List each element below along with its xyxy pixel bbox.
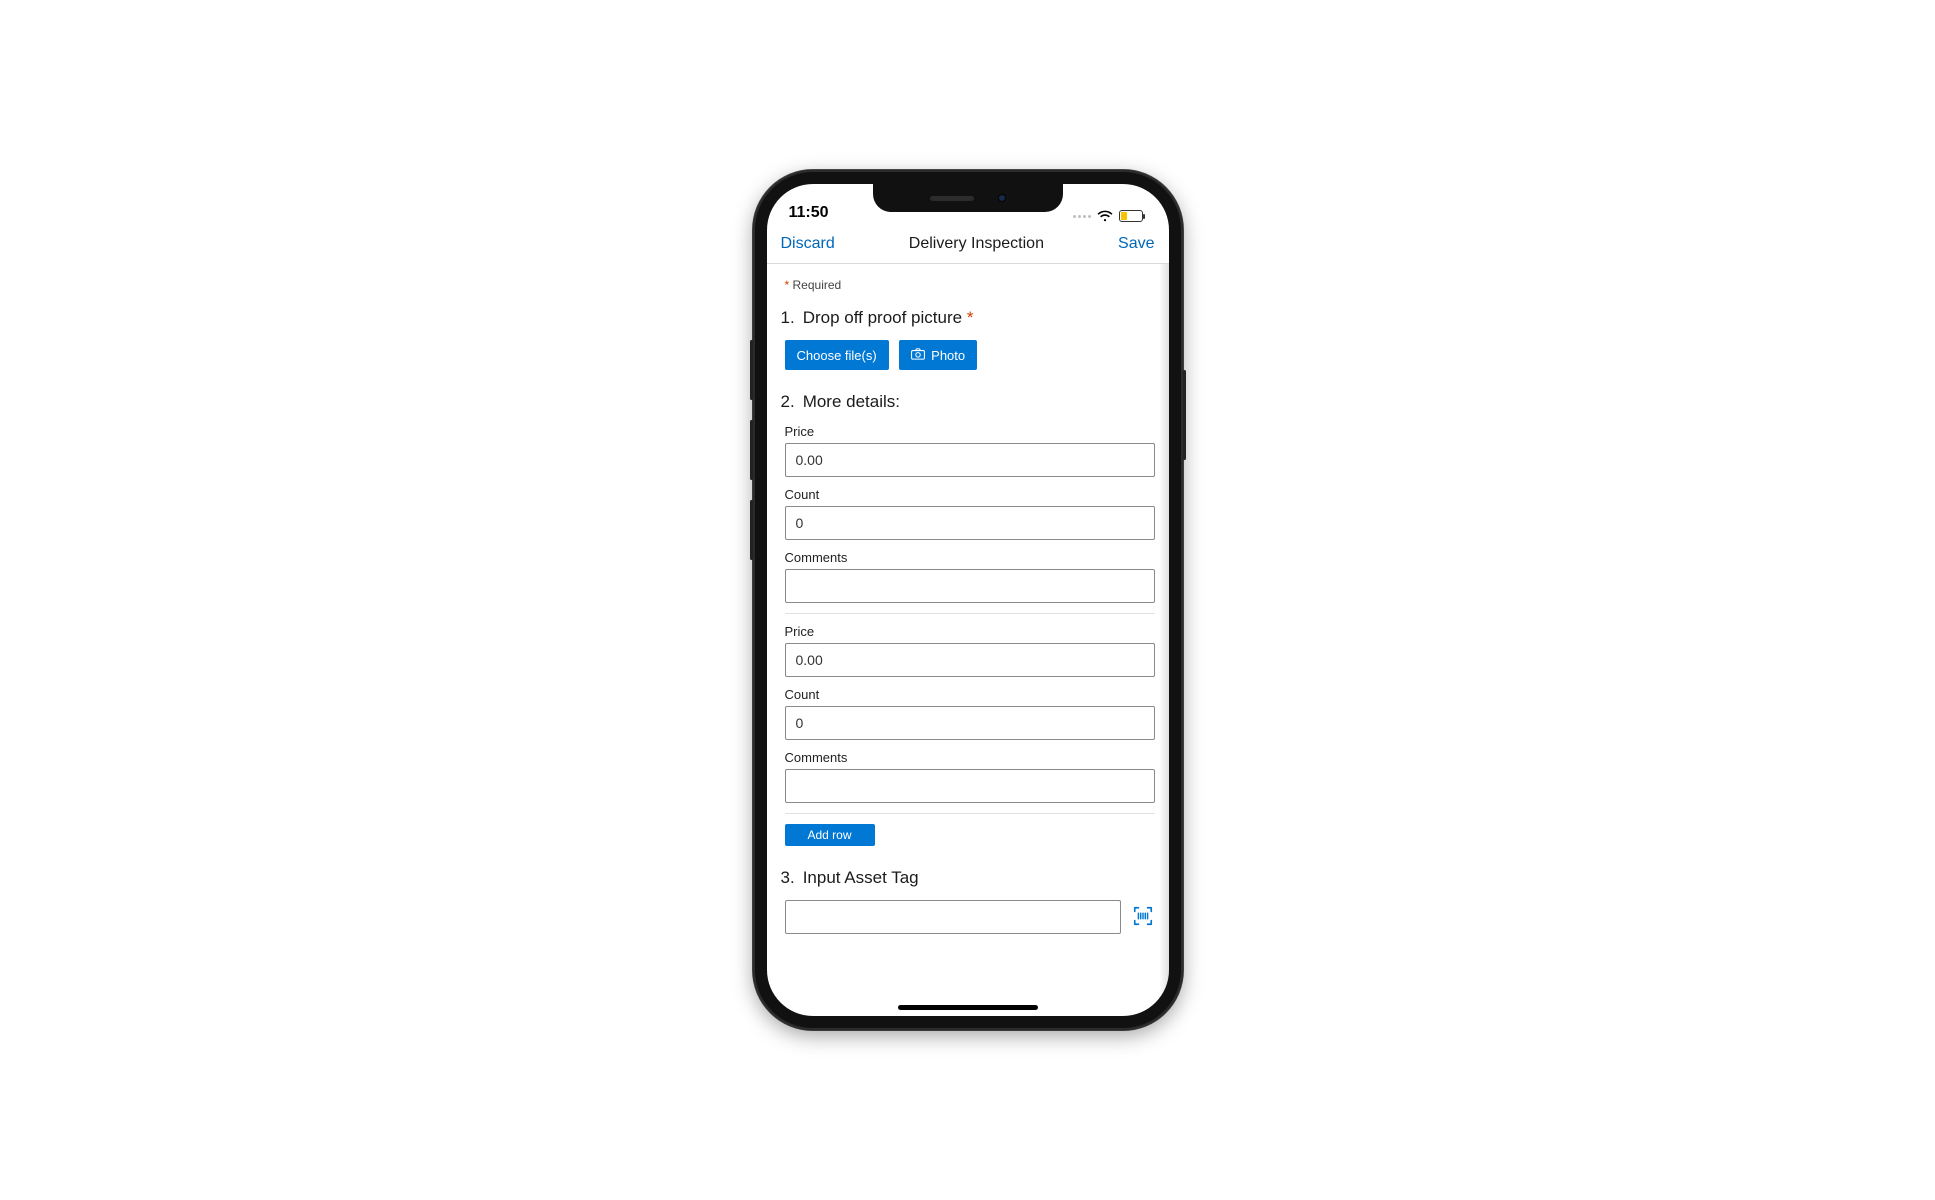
cellular-dots-icon: [1073, 215, 1091, 218]
count-input[interactable]: [785, 706, 1155, 740]
question-2: 2. More details: Price Count: [781, 392, 1155, 846]
question-number: 3.: [781, 868, 795, 888]
discard-button[interactable]: Discard: [781, 235, 835, 253]
barcode-scan-button[interactable]: [1131, 905, 1155, 929]
price-label: Price: [785, 624, 1155, 639]
page-title: Delivery Inspection: [909, 235, 1044, 253]
row-divider: [785, 613, 1155, 614]
phone-screen: 11:50 Discard: [767, 184, 1169, 1016]
save-button[interactable]: Save: [1118, 235, 1154, 253]
barcode-icon: [1132, 905, 1154, 930]
phone-frame: 11:50 Discard: [753, 170, 1183, 1030]
details-row: Price Count Comments: [785, 424, 1155, 603]
comments-input[interactable]: [785, 769, 1155, 803]
question-1: 1. Drop off proof picture * Choose file(…: [781, 308, 1155, 370]
details-row: Price Count Comments: [785, 624, 1155, 803]
battery-icon: [1119, 210, 1143, 222]
comments-label: Comments: [785, 550, 1155, 565]
front-camera: [998, 194, 1006, 202]
home-indicator[interactable]: [898, 1005, 1038, 1010]
price-input[interactable]: [785, 643, 1155, 677]
row-divider: [785, 813, 1155, 814]
comments-input[interactable]: [785, 569, 1155, 603]
question-number: 2.: [781, 392, 795, 412]
count-label: Count: [785, 487, 1155, 502]
speaker-grille: [930, 196, 974, 201]
question-title: Input Asset Tag: [803, 868, 919, 888]
price-input[interactable]: [785, 443, 1155, 477]
nav-bar: Discard Delivery Inspection Save: [767, 224, 1169, 264]
camera-icon: [911, 348, 925, 363]
phone-notch: [873, 184, 1063, 212]
choose-files-button[interactable]: Choose file(s): [785, 340, 889, 370]
required-note: * Required: [785, 278, 1151, 292]
question-title: More details:: [803, 392, 900, 412]
question-title: Drop off proof picture *: [803, 308, 974, 328]
wifi-icon: [1097, 210, 1113, 222]
price-label: Price: [785, 424, 1155, 439]
form-content[interactable]: * Required 1. Drop off proof picture * C…: [767, 264, 1169, 1016]
comments-label: Comments: [785, 750, 1155, 765]
asset-tag-input[interactable]: [785, 900, 1121, 934]
take-photo-button[interactable]: Photo: [899, 340, 977, 370]
status-time: 11:50: [789, 204, 829, 222]
add-row-button[interactable]: Add row: [785, 824, 875, 846]
count-input[interactable]: [785, 506, 1155, 540]
question-number: 1.: [781, 308, 795, 328]
count-label: Count: [785, 687, 1155, 702]
question-3: 3. Input Asset Tag: [781, 868, 1155, 934]
